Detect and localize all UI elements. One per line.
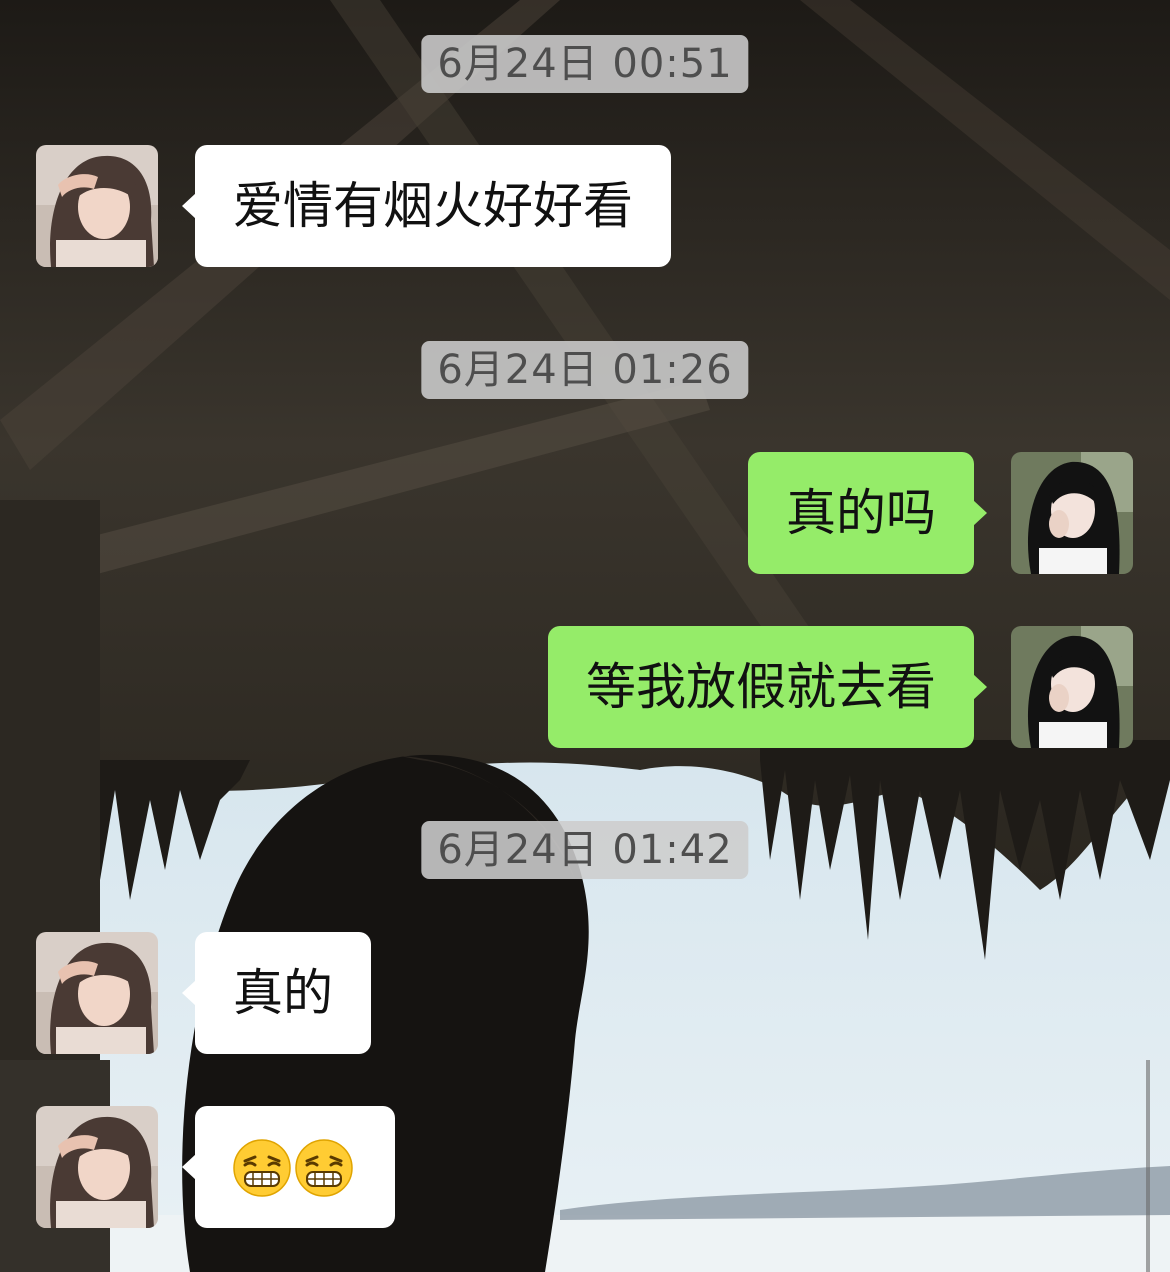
contact-avatar[interactable] [36, 932, 158, 1054]
avatar-contact-icon [36, 1106, 158, 1228]
contact-avatar[interactable] [36, 145, 158, 267]
incoming-message-bubble[interactable]: 爱情有烟火好好看 [182, 145, 671, 267]
message-timestamp: 6月24日 00:51 [421, 35, 749, 93]
outgoing-message-bubble[interactable]: 等我放假就去看 [548, 626, 987, 748]
avatar-contact-icon [36, 145, 158, 267]
avatar-self-icon [1011, 626, 1133, 748]
outgoing-message-bubble[interactable]: 真的吗 [748, 452, 987, 574]
contact-avatar[interactable] [36, 1106, 158, 1228]
message-text: 真的 [233, 964, 333, 1022]
self-avatar[interactable] [1011, 452, 1133, 574]
message-timestamp: 6月24日 01:42 [421, 821, 749, 879]
message-text: 真的吗 [786, 484, 936, 542]
incoming-emoji-bubble[interactable] [182, 1106, 395, 1228]
grinning-squint-icon [295, 1138, 353, 1197]
message-text: 爱情有烟火好好看 [233, 177, 633, 235]
incoming-message-bubble[interactable]: 真的 [182, 932, 371, 1054]
grinning-squint-icon [233, 1138, 291, 1197]
avatar-self-icon [1011, 452, 1133, 574]
message-timestamp: 6月24日 01:26 [421, 341, 749, 399]
message-text: 等我放假就去看 [586, 658, 936, 716]
self-avatar[interactable] [1011, 626, 1133, 748]
avatar-contact-icon [36, 932, 158, 1054]
